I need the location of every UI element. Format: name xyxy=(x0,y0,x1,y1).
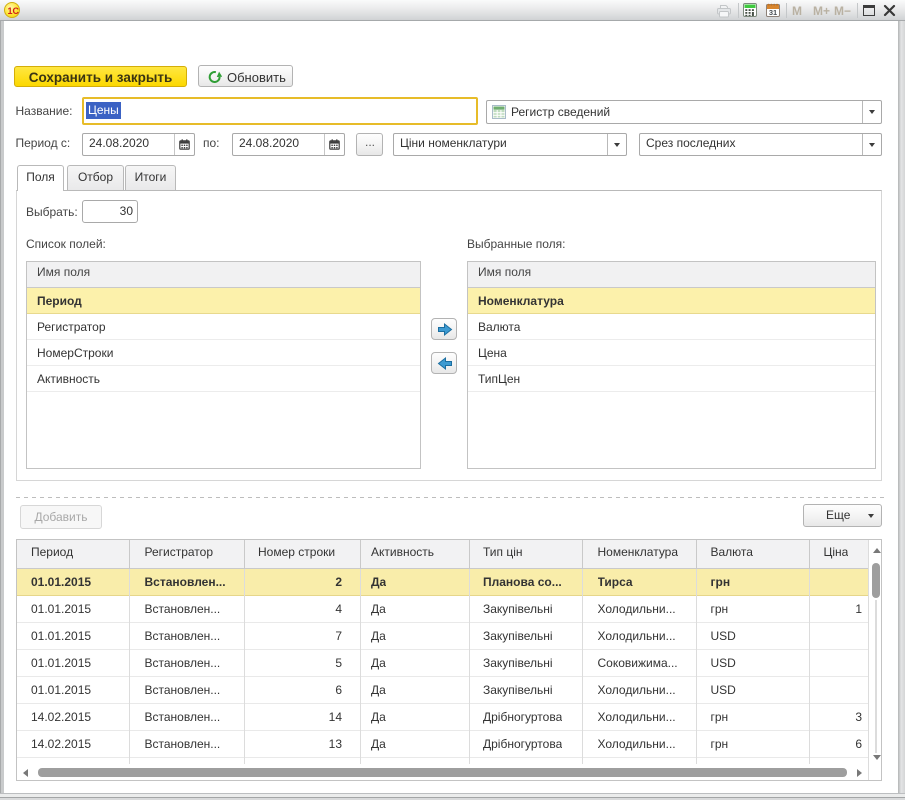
svg-text:31: 31 xyxy=(769,8,777,17)
